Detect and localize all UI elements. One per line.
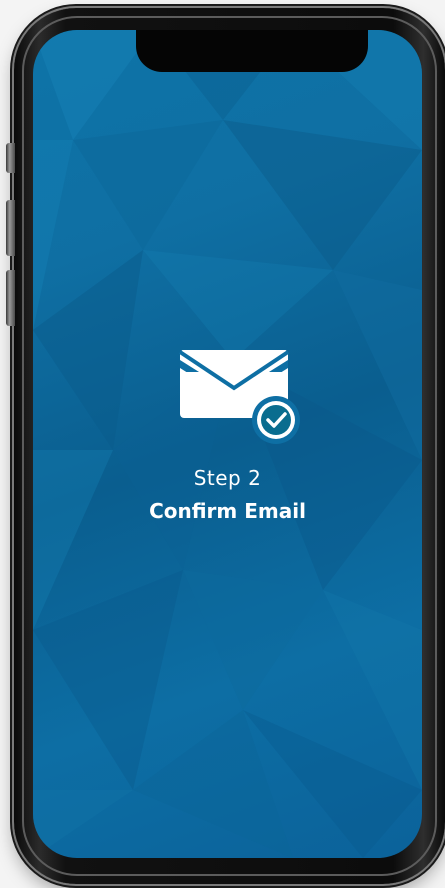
envelope-check-icon — [178, 348, 304, 444]
volume-up-button — [6, 200, 15, 256]
step-title: Confirm Email — [149, 499, 306, 523]
silent-switch — [6, 143, 15, 173]
device-mockup: Step 2 Confirm Email — [0, 0, 445, 888]
step-number: Step 2 — [193, 466, 262, 490]
onboarding-step: Step 2 Confirm Email — [33, 30, 422, 858]
phone-screen: Step 2 Confirm Email — [33, 30, 422, 858]
volume-down-button — [6, 270, 15, 326]
